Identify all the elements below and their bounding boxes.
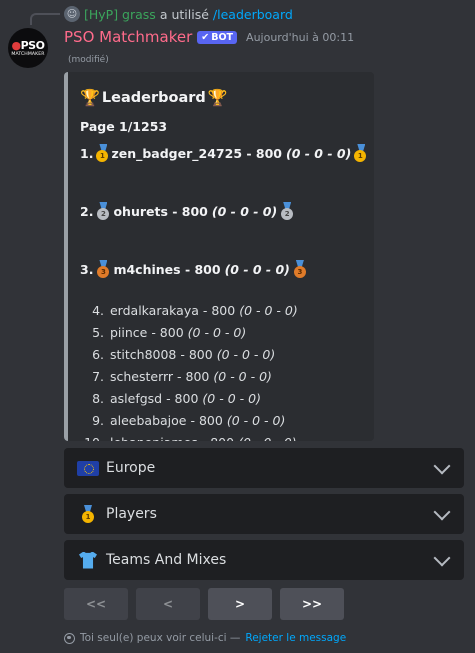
leaderboard-row: 4. erdalkarakaya - 800 (0 - 0 - 0) bbox=[80, 300, 364, 322]
player-score: (0 - 0 - 0) bbox=[213, 369, 272, 384]
message-header: PSO Matchmaker ✔ BOT Aujourd'hui à 00:11 bbox=[64, 28, 354, 46]
reply-action: a utilisé bbox=[159, 6, 209, 22]
leaderboard-top-row: 2. 2 ohurets - 800 (0 - 0 - 0) 2 bbox=[80, 202, 364, 220]
chevron-down-icon bbox=[433, 549, 451, 566]
eu-flag-icon bbox=[76, 459, 100, 477]
leaderboard-row: 10. lebanonjames - 800 (0 - 0 - 0) bbox=[80, 432, 364, 441]
eye-icon bbox=[64, 632, 75, 644]
chevron-down-icon bbox=[433, 457, 451, 474]
reply-header[interactable]: ☺ [HyP] grass a utilisé /leaderboard bbox=[64, 6, 293, 22]
gold-medal-icon: 1 bbox=[96, 144, 109, 162]
select-players[interactable]: 1 Players bbox=[64, 494, 464, 534]
reply-username[interactable]: [HyP] grass bbox=[84, 7, 156, 22]
leaderboard-top-row: 3. 3 m4chines - 800 (0 - 0 - 0) 3 bbox=[80, 260, 364, 278]
rank: 8. bbox=[92, 391, 104, 406]
player-name: erdalkarakaya - 800 bbox=[109, 303, 236, 318]
player-name: aslefgsd - 800 bbox=[109, 391, 199, 406]
reply-command[interactable]: /leaderboard bbox=[213, 7, 293, 22]
bot-badge: ✔ BOT bbox=[197, 30, 238, 44]
rank: 7. bbox=[92, 369, 104, 384]
player-name: stitch8008 - 800 bbox=[109, 347, 213, 362]
player-score: (0 - 0 - 0) bbox=[239, 303, 298, 318]
player-name: lebanonjames - 800 bbox=[110, 435, 234, 441]
player-score: (0 - 0 - 0) bbox=[187, 325, 247, 340]
player-name: piince - 800 bbox=[109, 325, 184, 340]
player-name: zen_badger_24725 - 800 bbox=[111, 145, 282, 161]
shirt-icon bbox=[76, 551, 100, 569]
check-icon: ✔ bbox=[201, 31, 210, 43]
chevron-down-icon bbox=[433, 503, 451, 520]
player-score: (0 - 0 - 0) bbox=[202, 391, 261, 406]
first-page-button[interactable]: << bbox=[64, 588, 128, 620]
silver-medal-icon: 2 bbox=[280, 202, 294, 220]
leaderboard-row: 6. stitch8008 - 800 (0 - 0 - 0) bbox=[80, 344, 364, 366]
rank: 3. bbox=[80, 261, 94, 277]
avatar-logo: ●PSO bbox=[11, 38, 45, 52]
trophy-icon: 🏆 bbox=[207, 88, 228, 107]
bronze-medal-icon: 3 bbox=[293, 260, 307, 278]
leaderboard-row: 7. schesterrr - 800 (0 - 0 - 0) bbox=[80, 366, 364, 388]
player-name: m4chines - 800 bbox=[113, 261, 221, 277]
medal-icon: 1 bbox=[76, 505, 100, 523]
bot-avatar[interactable]: ●PSO MATCHMAKER bbox=[8, 28, 48, 68]
select-teams-and-mixes[interactable]: Teams And Mixes bbox=[64, 540, 464, 580]
leaderboard-embed: 🏆 Leaderboard 🏆 Page 1/1253 1. 1 zen_badge… bbox=[64, 72, 374, 441]
avatar-logo-sub: MATCHMAKER bbox=[11, 51, 45, 57]
reply-avatar[interactable]: ☺ bbox=[64, 6, 80, 22]
leaderboard-row: 5. piince - 800 (0 - 0 - 0) bbox=[80, 322, 364, 344]
leaderboard-row: 9. aleebabajoe - 800 (0 - 0 - 0) bbox=[80, 410, 364, 432]
gold-medal-icon: 1 bbox=[354, 144, 367, 162]
timestamp: Aujourd'hui à 00:11 bbox=[246, 30, 355, 44]
rank: 5. bbox=[92, 325, 104, 340]
edited-label: (modifié) bbox=[68, 55, 109, 65]
rank: 2. bbox=[80, 203, 94, 219]
bronze-medal-icon: 3 bbox=[96, 260, 110, 278]
leaderboard-row: 8. aslefgsd - 800 (0 - 0 - 0) bbox=[80, 388, 364, 410]
page-indicator: Page 1/1253 bbox=[80, 119, 168, 134]
trophy-icon: 🏆 bbox=[80, 88, 100, 107]
select-label: Players bbox=[106, 506, 157, 522]
player-score: (0 - 0 - 0) bbox=[216, 347, 276, 362]
rank: 4. bbox=[92, 303, 104, 318]
ephemeral-text: Toi seul(e) peux voir celui-ci — bbox=[80, 632, 241, 644]
player-name: ohurets - 800 bbox=[113, 203, 208, 219]
leaderboard-top-row: 1. 1 zen_badger_24725 - 800 (0 - 0 - 0) 1 bbox=[80, 144, 367, 162]
player-score: (0 - 0 - 0) bbox=[286, 145, 352, 161]
player-score: (0 - 0 - 0) bbox=[238, 435, 297, 441]
silver-medal-icon: 2 bbox=[96, 202, 110, 220]
dismiss-message-link[interactable]: Rejeter le message bbox=[245, 632, 346, 644]
rank: 6. bbox=[92, 347, 104, 362]
rank: 10. bbox=[80, 432, 104, 441]
select-europe[interactable]: Europe bbox=[64, 448, 464, 488]
player-score: (0 - 0 - 0) bbox=[211, 203, 278, 219]
reply-connector bbox=[30, 13, 60, 25]
rank: 1. bbox=[80, 145, 94, 161]
player-score: (0 - 0 - 0) bbox=[224, 261, 290, 277]
player-name: aleebabajoe - 800 bbox=[109, 413, 223, 428]
prev-page-button[interactable]: < bbox=[136, 588, 200, 620]
ephemeral-note: Toi seul(e) peux voir celui-ci — Rejeter… bbox=[64, 632, 346, 644]
player-name: schesterrr - 800 bbox=[109, 369, 210, 384]
player-score: (0 - 0 - 0) bbox=[226, 413, 286, 428]
pagination: << < > >> bbox=[64, 588, 344, 620]
bot-name[interactable]: PSO Matchmaker bbox=[64, 28, 192, 46]
select-label: Europe bbox=[106, 460, 156, 476]
rank: 9. bbox=[92, 413, 104, 428]
next-page-button[interactable]: > bbox=[208, 588, 272, 620]
embed-accent-bar bbox=[64, 72, 68, 441]
embed-title: 🏆 Leaderboard 🏆 bbox=[80, 88, 228, 107]
select-label: Teams And Mixes bbox=[106, 552, 227, 568]
last-page-button[interactable]: >> bbox=[280, 588, 344, 620]
